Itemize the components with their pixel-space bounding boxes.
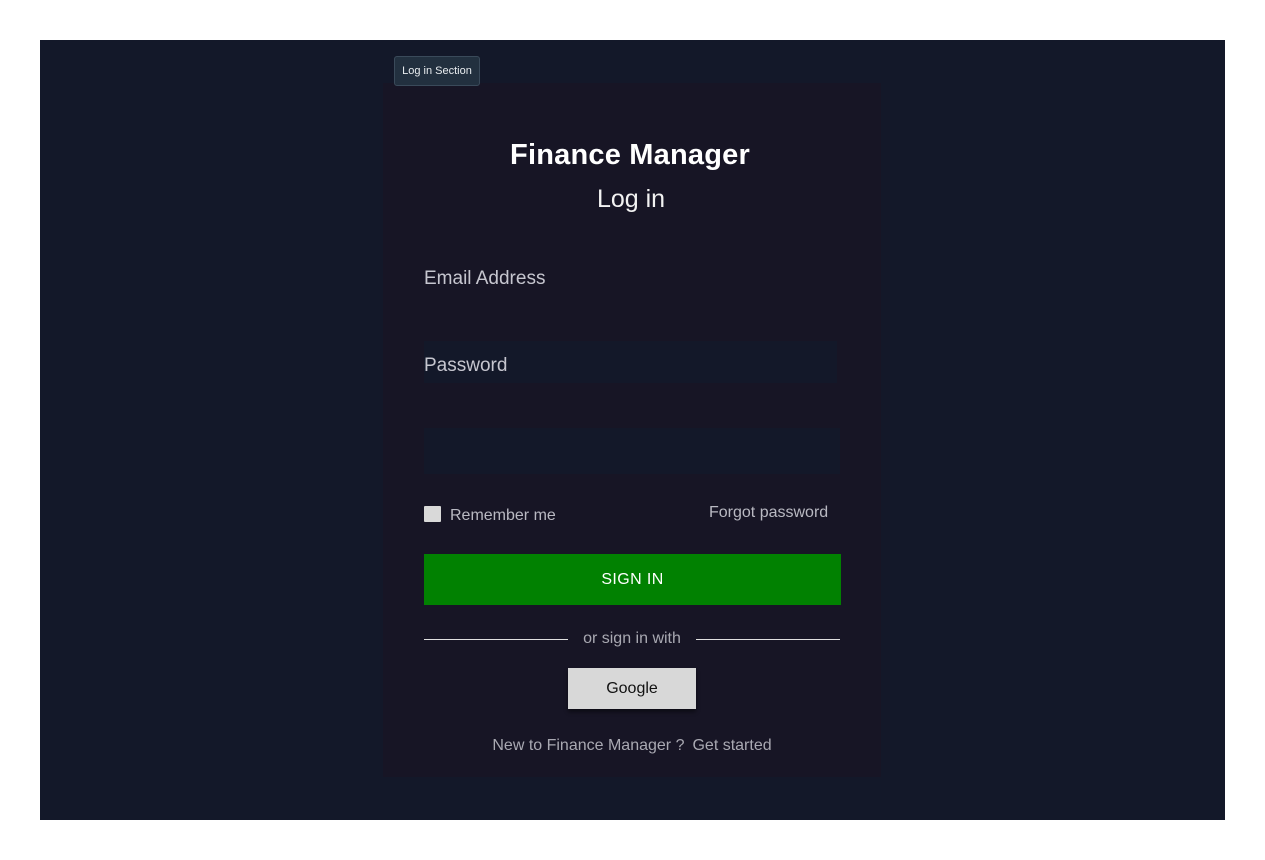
- signup-prompt: New to Finance Manager ? Get started: [383, 737, 881, 755]
- divider-line-left: [424, 639, 568, 640]
- divider-text: or sign in with: [583, 630, 681, 647]
- password-label: Password: [424, 355, 508, 376]
- get-started-link[interactable]: Get started: [692, 737, 771, 754]
- sign-in-button[interactable]: SIGN IN: [424, 554, 841, 605]
- section-tag: Log in Section: [394, 56, 480, 86]
- remember-me-label: Remember me: [450, 506, 556, 524]
- email-label: Email Address: [424, 268, 546, 289]
- app-title: Finance Manager: [510, 139, 750, 171]
- forgot-password-link[interactable]: Forgot password: [709, 504, 828, 522]
- signup-prompt-text: New to Finance Manager ?: [492, 737, 685, 754]
- page-subtitle: Log in: [596, 185, 666, 213]
- remember-me-checkbox[interactable]: [424, 506, 441, 522]
- divider-line-right: [696, 639, 840, 640]
- remember-me-row[interactable]: Remember me: [424, 503, 556, 525]
- login-card: Finance Manager Log in Email Address Pas…: [383, 83, 881, 777]
- google-sign-in-button[interactable]: Google: [568, 668, 696, 709]
- password-field[interactable]: [424, 428, 840, 474]
- page-background: Finance Manager Log in Email Address Pas…: [40, 40, 1225, 820]
